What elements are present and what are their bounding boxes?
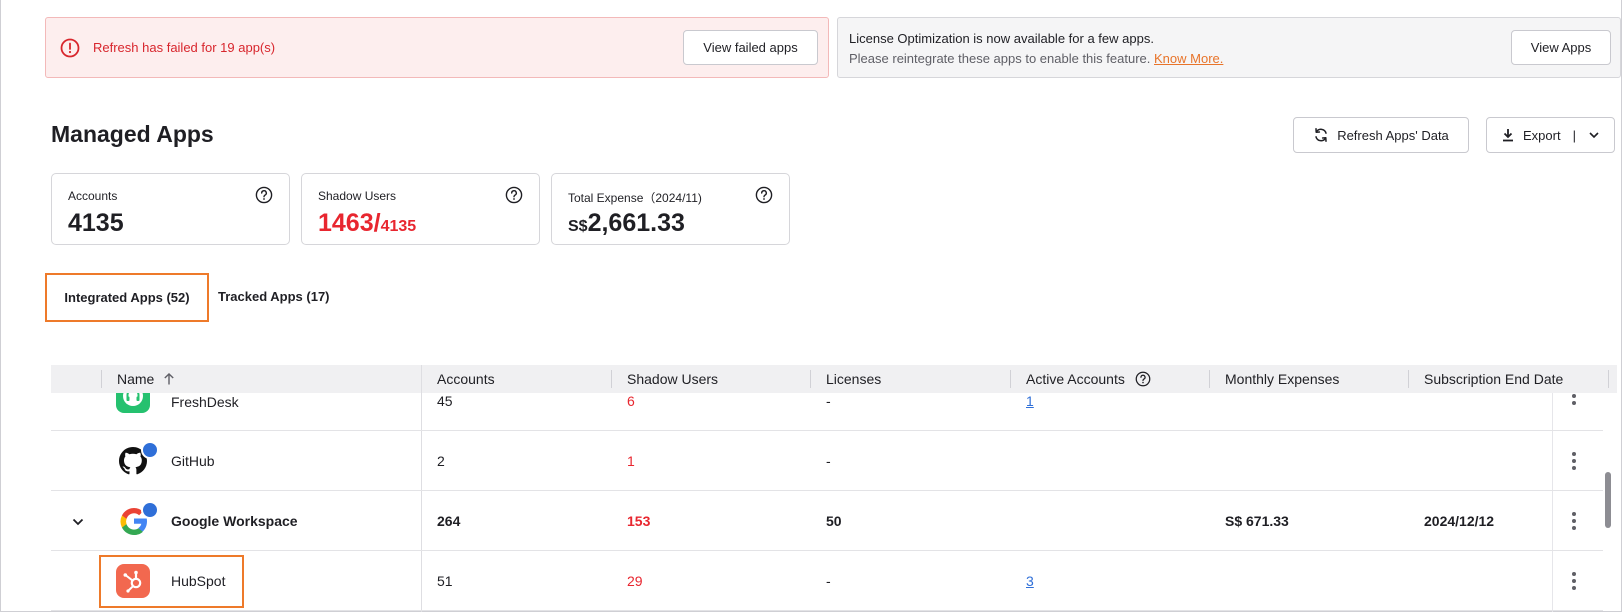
active-accounts-link[interactable]: 1	[1026, 393, 1034, 409]
active-accounts-link[interactable]: 3	[1026, 573, 1034, 589]
refresh-apps-data-button[interactable]: Refresh Apps' Data	[1293, 117, 1469, 153]
shadow-users-count: 1463/	[318, 209, 381, 237]
column-header-subscription-end-date[interactable]: Subscription End Date	[1424, 371, 1563, 387]
column-header-active-accounts[interactable]: Active Accounts	[1026, 371, 1151, 387]
accounts-card: Accounts 4135	[51, 173, 290, 245]
total-expense-card: Total Expense（2024/11) S$2,661.33	[551, 173, 790, 245]
kebab-icon[interactable]	[1571, 451, 1577, 471]
view-apps-button[interactable]: View Apps	[1511, 30, 1611, 65]
licenses-cell: 50	[826, 513, 842, 529]
column-separator	[1209, 370, 1210, 388]
chevron-down-icon[interactable]	[1588, 129, 1600, 141]
table-scrollbar[interactable]	[1605, 472, 1611, 528]
download-icon	[1503, 129, 1514, 142]
currency-prefix: S$	[568, 218, 588, 235]
hubspot-highlight	[99, 555, 244, 608]
licenses-cell: -	[826, 573, 831, 589]
shadow-users-cell: 29	[627, 573, 643, 589]
shadow-users-card: Shadow Users 1463/4135	[301, 173, 540, 245]
license-optimization-banner: License Optimization is now available fo…	[837, 17, 1621, 78]
license-info-description: Please reintegrate these apps to enable …	[849, 51, 1223, 66]
accounts-card-value: 4135	[68, 209, 124, 237]
refresh-apps-data-label: Refresh Apps' Data	[1337, 127, 1449, 143]
column-header-monthly-expenses[interactable]: Monthly Expenses	[1225, 371, 1339, 387]
tab-tracked-apps[interactable]: Tracked Apps (17)	[218, 289, 330, 304]
column-header-accounts[interactable]: Accounts	[437, 371, 495, 387]
table-row[interactable]: FreshDesk 45 6 - 1	[51, 393, 1603, 431]
sort-up-icon[interactable]	[162, 372, 176, 386]
accounts-cell: 264	[437, 513, 461, 529]
monthly-expenses-cell: S$ 671.33	[1225, 513, 1289, 529]
accounts-cell: 2	[437, 453, 445, 469]
kebab-icon[interactable]	[1571, 393, 1577, 406]
total-expense-card-label: Total Expense（2024/11)	[568, 191, 702, 205]
export-label: Export	[1523, 127, 1561, 143]
column-header-active-accounts-label: Active Accounts	[1026, 371, 1125, 387]
kebab-icon[interactable]	[1571, 511, 1577, 531]
refresh-failed-banner: Refresh has failed for 19 app(s) View fa…	[45, 17, 829, 78]
table-row[interactable]: Google Workspace 264 153 50 S$ 671.33 20…	[51, 491, 1603, 551]
help-icon[interactable]	[1135, 371, 1151, 387]
chevron-down-icon[interactable]	[71, 515, 85, 529]
table-row[interactable]: HubSpot 51 29 - 3	[51, 551, 1603, 611]
column-header-shadow-users[interactable]: Shadow Users	[627, 371, 718, 387]
freshdesk-logo	[116, 393, 150, 413]
export-divider: |	[1572, 127, 1576, 143]
column-separator	[611, 370, 612, 388]
know-more-link[interactable]: Know More.	[1154, 51, 1223, 66]
app-name[interactable]: Google Workspace	[171, 513, 298, 529]
accounts-cell: 51	[437, 573, 453, 589]
column-header-licenses[interactable]: Licenses	[826, 371, 881, 387]
refresh-failed-text: Refresh has failed for 19 app(s)	[93, 40, 276, 55]
shadow-users-total: 4135	[380, 218, 417, 235]
column-header-name-label: Name	[117, 371, 155, 387]
licenses-cell: -	[826, 393, 831, 409]
total-expense-card-value: S$2,661.33	[568, 209, 685, 238]
shadow-users-card-value: 1463/4135	[318, 209, 416, 238]
column-separator	[1408, 370, 1409, 388]
column-separator	[1608, 370, 1609, 388]
shadow-users-cell: 153	[627, 513, 651, 529]
export-button[interactable]: Export |	[1486, 117, 1615, 153]
column-separator	[101, 370, 102, 388]
table-header: Name Accounts Shadow Users Licenses Acti…	[51, 365, 1617, 393]
column-header-name[interactable]: Name	[117, 371, 176, 387]
shadow-users-cell: 1	[627, 453, 635, 469]
total-expense-amount: 2,661.33	[587, 209, 685, 237]
integration-badge-icon	[141, 441, 159, 459]
kebab-icon[interactable]	[1571, 571, 1577, 591]
view-failed-apps-button[interactable]: View failed apps	[683, 30, 818, 65]
refresh-icon	[1315, 128, 1327, 142]
shadow-users-cell: 6	[627, 393, 635, 409]
help-icon[interactable]	[505, 186, 523, 204]
accounts-cell: 45	[437, 393, 453, 409]
column-separator	[1010, 370, 1011, 388]
app-name[interactable]: GitHub	[171, 453, 215, 469]
app-name[interactable]: FreshDesk	[171, 394, 239, 410]
license-info-title: License Optimization is now available fo…	[849, 31, 1154, 46]
column-separator	[810, 370, 811, 388]
integration-badge-icon	[141, 501, 159, 519]
page-title: Managed Apps	[51, 121, 214, 147]
help-icon[interactable]	[755, 186, 773, 204]
subscription-end-date-cell: 2024/12/12	[1424, 513, 1495, 529]
tab-integrated-apps[interactable]: Integrated Apps (52)	[45, 273, 209, 322]
shadow-users-card-label: Shadow Users	[318, 189, 397, 203]
alert-circle-icon	[60, 38, 80, 58]
licenses-cell: -	[826, 453, 831, 469]
help-icon[interactable]	[255, 186, 273, 204]
accounts-card-label: Accounts	[68, 189, 118, 203]
table-row[interactable]: GitHub 2 1 -	[51, 431, 1603, 491]
license-info-text: Please reintegrate these apps to enable …	[849, 51, 1151, 66]
